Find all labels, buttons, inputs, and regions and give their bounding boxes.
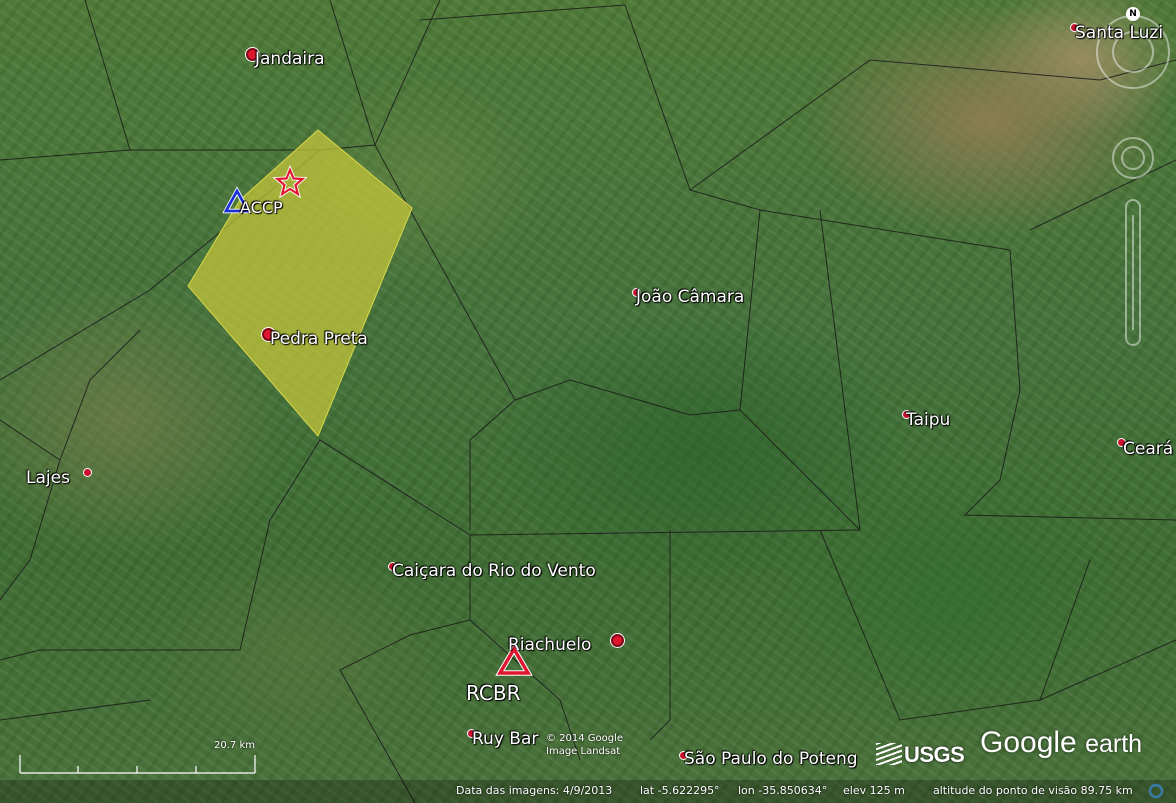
station-label-rcbr[interactable]: RCBR bbox=[466, 681, 520, 705]
copyright-text: © 2014 Google bbox=[546, 733, 624, 744]
usgs-mark-icon bbox=[876, 743, 902, 765]
place-label-pedra-preta[interactable]: Pedra Preta bbox=[270, 329, 368, 349]
map-overlay bbox=[0, 0, 1176, 803]
place-label-riachuelo[interactable]: Riachuelo bbox=[508, 635, 591, 655]
imagery-source: Image Landsat bbox=[546, 746, 621, 757]
place-label-jandaira[interactable]: Jandaira bbox=[255, 49, 325, 69]
study-region[interactable] bbox=[187, 129, 413, 437]
place-label-sao-paulo[interactable]: São Paulo do Poteng bbox=[684, 749, 858, 769]
longitude-readout: lon -35.850634° bbox=[738, 784, 828, 797]
latitude-readout: lat -5.622295° bbox=[640, 784, 720, 797]
place-label-santa-luzia[interactable]: Santa Luzi bbox=[1075, 23, 1163, 43]
place-label-caicara[interactable]: Caiçara do Rio do Vento bbox=[392, 561, 596, 581]
usgs-text: USGS bbox=[904, 742, 965, 767]
station-label-accp[interactable]: ACCP bbox=[240, 198, 283, 217]
place-label-joao-camara[interactable]: João Câmara bbox=[636, 287, 744, 307]
imagery-credit: © 2014 Google Image Landsat bbox=[546, 732, 623, 758]
earth-text: earth bbox=[1085, 730, 1143, 758]
satellite-map[interactable]: Jandaira Santa Luzi João Câmara Pedra Pr… bbox=[0, 0, 1176, 803]
place-marker-icon[interactable] bbox=[611, 634, 624, 647]
elevation-readout: elev 125 m bbox=[843, 784, 905, 797]
status-bar: Data das imagens: 4/9/2013 lat -5.622295… bbox=[0, 780, 1176, 803]
eye-altitude-readout: altitude do ponto de visão 89.75 km bbox=[933, 784, 1133, 797]
place-label-lajes[interactable]: Lajes bbox=[26, 468, 70, 488]
municipal-boundaries bbox=[0, 0, 1176, 803]
place-marker-icon[interactable] bbox=[83, 468, 92, 477]
usgs-logo: USGS bbox=[876, 742, 965, 768]
place-label-ruy-barbosa[interactable]: Ruy Bar bbox=[472, 729, 538, 749]
google-text: Google bbox=[980, 726, 1077, 759]
imagery-date: Data das imagens: 4/9/2013 bbox=[456, 784, 613, 797]
place-label-taipu[interactable]: Taipu bbox=[906, 410, 950, 430]
scale-label: 20.7 km bbox=[214, 740, 255, 751]
google-earth-logo: Google earth bbox=[980, 726, 1142, 760]
scale-bar bbox=[19, 755, 256, 774]
place-label-ceara[interactable]: Ceará bbox=[1123, 439, 1173, 459]
compass-north-icon[interactable]: N bbox=[1126, 7, 1140, 21]
